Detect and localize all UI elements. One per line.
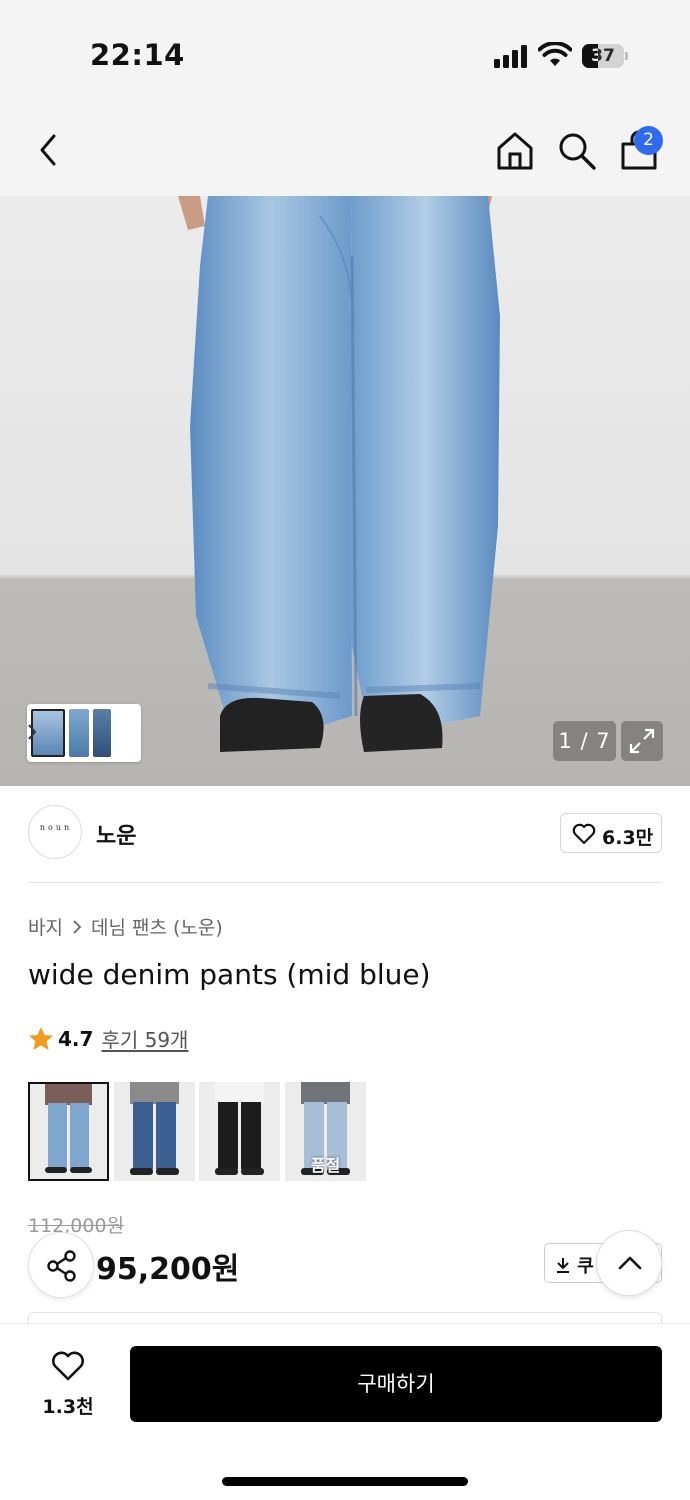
download-icon bbox=[557, 1258, 569, 1273]
product-image-gallery[interactable]: 1 / 7 bbox=[0, 196, 690, 786]
product-photo bbox=[178, 196, 500, 752]
divider bbox=[28, 882, 662, 883]
chevron-up-icon bbox=[618, 1256, 642, 1270]
cart-count-badge: 2 bbox=[634, 126, 663, 155]
coupon-label: 쿠 bbox=[577, 1256, 594, 1277]
battery-icon: 37 bbox=[582, 44, 628, 68]
wishlist-count: 1.3천 bbox=[42, 1396, 94, 1418]
color-option-light-blue-sold-out[interactable]: 품절 bbox=[285, 1082, 366, 1181]
gallery-thumbnail-strip[interactable] bbox=[27, 704, 141, 762]
color-option-mid-blue[interactable] bbox=[28, 1082, 109, 1181]
scroll-to-top-button[interactable] bbox=[596, 1230, 662, 1296]
back-arrow-icon[interactable] bbox=[32, 130, 66, 170]
heart-icon bbox=[572, 823, 596, 845]
home-icon[interactable] bbox=[494, 130, 536, 172]
product-title: wide denim pants (mid blue) bbox=[28, 958, 431, 991]
heart-icon bbox=[52, 1351, 84, 1381]
expand-icon bbox=[629, 728, 655, 754]
chevron-right-icon bbox=[28, 724, 37, 740]
wishlist-button[interactable]: 1.3천 bbox=[28, 1350, 108, 1422]
rating-score: 4.7 bbox=[58, 1026, 94, 1051]
status-time: 22:14 bbox=[90, 38, 185, 72]
brand-name[interactable]: 노운 bbox=[96, 818, 136, 850]
color-option-dark-blue[interactable] bbox=[114, 1082, 195, 1181]
brand-like-button[interactable]: 6.3만 bbox=[560, 813, 662, 853]
brand-logo-text: noun bbox=[39, 823, 73, 832]
cellular-signal-icon bbox=[494, 44, 530, 68]
color-option-black[interactable] bbox=[199, 1082, 280, 1181]
share-button[interactable] bbox=[28, 1232, 94, 1298]
bottom-action-bar: 1.3천 구매하기 bbox=[0, 1323, 690, 1500]
share-icon bbox=[47, 1250, 76, 1282]
original-price: 112,000원 bbox=[28, 1215, 125, 1237]
sale-price: 95,200원 bbox=[96, 1252, 240, 1287]
top-nav-bar bbox=[0, 100, 690, 196]
status-bar: 22:14 37 bbox=[0, 0, 690, 100]
review-count-link[interactable]: 후기 59개 bbox=[101, 1024, 188, 1053]
brand-logo[interactable]: noun bbox=[28, 805, 82, 859]
battery-percent: 37 bbox=[591, 46, 615, 66]
chevron-right-icon bbox=[73, 919, 82, 934]
breadcrumb: 바지 데님 팬츠 (노운) bbox=[28, 913, 223, 940]
home-indicator bbox=[222, 1477, 468, 1486]
star-icon bbox=[29, 1026, 53, 1050]
image-page-counter: 1 / 7 bbox=[553, 721, 616, 761]
brand-like-count: 6.3만 bbox=[602, 827, 654, 849]
breadcrumb-category[interactable]: 바지 bbox=[28, 913, 63, 940]
wifi-icon bbox=[538, 42, 572, 66]
product-rating: 4.7 후기 59개 bbox=[28, 1024, 188, 1053]
search-icon[interactable] bbox=[556, 130, 598, 172]
breadcrumb-subcategory[interactable]: 데님 팬츠 (노운) bbox=[91, 913, 223, 940]
expand-image-button[interactable] bbox=[621, 721, 663, 761]
sold-out-label: 품절 bbox=[310, 1156, 341, 1175]
buy-button[interactable]: 구매하기 bbox=[130, 1346, 662, 1422]
